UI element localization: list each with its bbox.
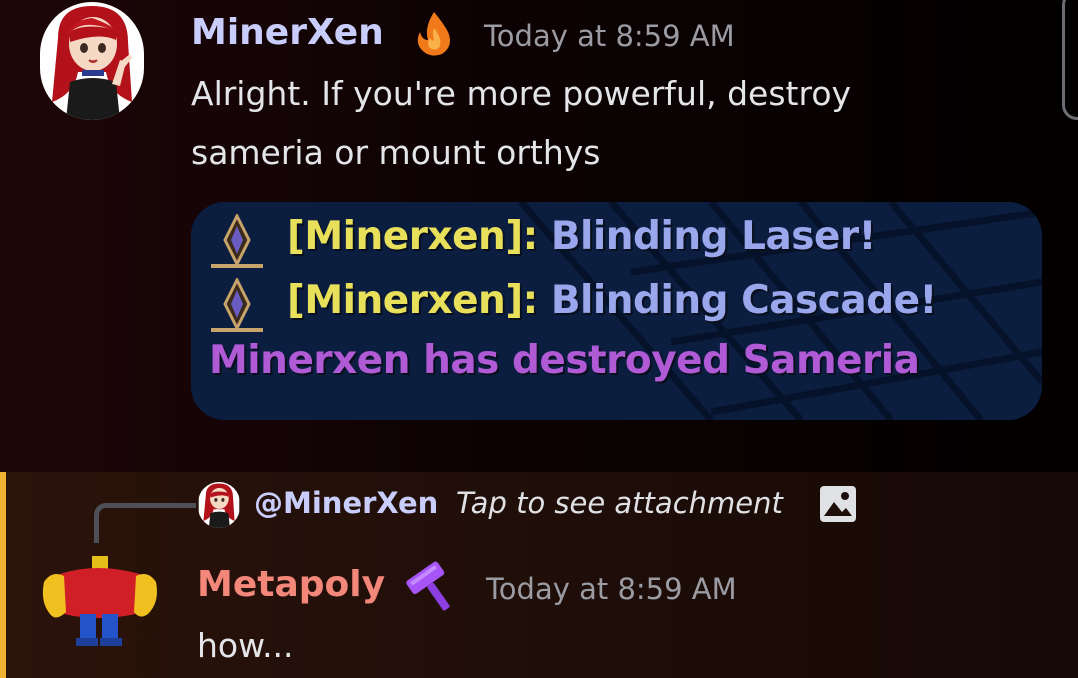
- avatar-image: [40, 2, 144, 120]
- hammer-icon: [402, 560, 460, 612]
- image-attachment[interactable]: [Minerxen]: Blinding Laser! [Minerxen]: …: [191, 202, 1042, 420]
- scroll-edge: [1062, 0, 1078, 120]
- game-chat-line: [Minerxen]: Blinding Cascade!: [287, 278, 937, 323]
- spell-name: Blinding Cascade!: [550, 278, 938, 323]
- minerxen-avatar[interactable]: [40, 2, 144, 120]
- gem-rank-icon: [205, 212, 269, 270]
- timestamp: Today at 8:59 AM: [486, 572, 737, 606]
- reply-avatar[interactable]: [198, 482, 240, 528]
- flame-icon: [414, 10, 454, 56]
- author-name[interactable]: Metapoly: [197, 564, 385, 605]
- author-name[interactable]: MinerXen: [191, 12, 384, 53]
- gem-rank-icon: [205, 276, 269, 334]
- metapoly-avatar[interactable]: [36, 552, 160, 654]
- player-name: [Minerxen]:: [287, 214, 538, 259]
- image-icon: [818, 484, 858, 524]
- game-chat-line: [Minerxen]: Blinding Laser!: [287, 214, 876, 259]
- message-text: how...: [197, 626, 294, 665]
- message-minerxen[interactable]: MinerXen Today at 8:59 AM Alright. If yo…: [0, 0, 1078, 472]
- message-text: Alright. If you're more powerful, destro…: [191, 74, 852, 172]
- player-name: [Minerxen]:: [287, 278, 538, 323]
- reply-preview-text[interactable]: Tap to see attachment: [456, 486, 783, 520]
- spell-name: Blinding Laser!: [550, 214, 877, 259]
- reply-connector: [94, 503, 196, 543]
- reply-mention[interactable]: @MinerXen: [254, 486, 438, 520]
- system-line: Minerxen has destroyed Sameria: [209, 338, 920, 383]
- timestamp: Today at 8:59 AM: [484, 19, 735, 53]
- message-metapoly[interactable]: @MinerXen Tap to see attachment Metapoly: [0, 472, 1078, 678]
